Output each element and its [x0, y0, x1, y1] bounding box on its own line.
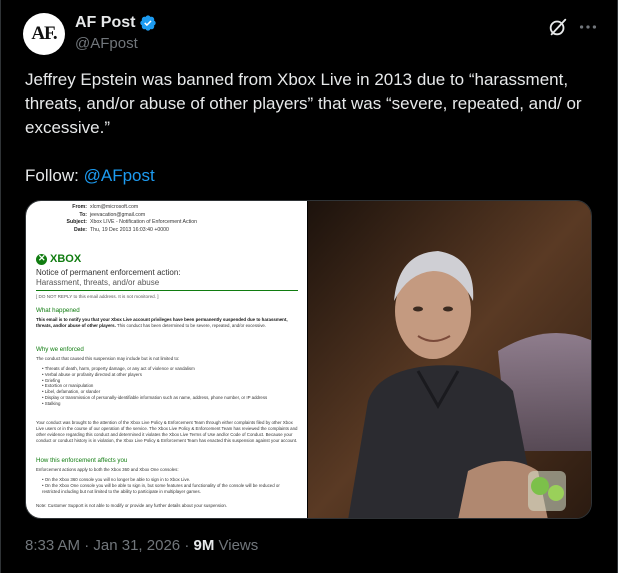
email-header-value: Thu, 19 Dec 2013 16:03:40 +0000 — [90, 226, 169, 233]
email-header-key: From: — [72, 204, 87, 210]
violation-list: Threats of death, harm, property damage,… — [42, 366, 298, 407]
email-header-value: Xbox LIVE - Notification of Enforcement … — [90, 219, 197, 225]
views-label: Views — [218, 537, 259, 554]
list-item: On the Xbox One console you will be able… — [42, 483, 298, 495]
xbox-wordmark: XBOX — [50, 253, 82, 265]
avatar-logo-text: AF. — [31, 23, 57, 44]
notice-subtitle: Harassment, threats, and/or abuse — [36, 278, 160, 287]
follow-line: Follow: @AFpost — [25, 164, 155, 188]
follow-label: Follow: — [25, 166, 79, 185]
post-date[interactable]: Jan 31, 2026 — [93, 537, 180, 554]
section-heading: Why we enforced — [36, 346, 84, 353]
more-options-icon[interactable] — [577, 16, 599, 38]
email-header-key: Subject: — [66, 219, 87, 225]
paragraph: Your conduct was brought to the attentio… — [36, 420, 298, 443]
xbox-sphere-icon — [36, 253, 47, 265]
follow-link[interactable]: @AFpost — [84, 166, 155, 185]
paragraph: This email is to notify you that your Xb… — [36, 317, 300, 329]
media-image-email-document[interactable]: From: xlcm@microsoft.com To: jeevacation@g… — [26, 201, 307, 518]
views-count[interactable]: 9M — [193, 537, 214, 554]
author-name-row: AF Post — [75, 14, 157, 32]
post-time[interactable]: 8:33 AM — [25, 537, 80, 554]
separator: · — [184, 537, 190, 554]
list-item: Display or transmission of personally-id… — [42, 395, 298, 401]
paragraph-rest: This conduct has been determined to be s… — [115, 323, 267, 328]
email-header-value: jeevacation@gmail.com — [90, 211, 146, 218]
grok-icon[interactable] — [547, 16, 569, 38]
handle[interactable]: @AFpost — [75, 35, 138, 52]
separator: · — [84, 537, 90, 554]
email-header-value: xlcm@microsoft.com — [90, 204, 139, 210]
section-heading: How this enforcement affects you — [36, 457, 128, 464]
post-meta: 8:33 AM · Jan 31, 2026 · 9M Views — [25, 537, 258, 554]
divider — [36, 290, 298, 291]
paragraph: The conduct that caused this suspension … — [36, 356, 180, 361]
photo-illustration — [307, 201, 591, 518]
avatar[interactable]: AF. — [23, 13, 65, 55]
xbox-logo: XBOX — [36, 253, 81, 265]
no-reply-note: [ DO NOT REPLY to this email address. It… — [36, 294, 159, 299]
verified-badge-icon — [140, 15, 157, 31]
section-heading: What happened — [36, 307, 80, 314]
effects-list: On the Xbox 360 console you will no long… — [42, 477, 298, 494]
media-grid[interactable]: From: xlcm@microsoft.com To: jeevacation@g… — [25, 200, 592, 519]
display-name[interactable]: AF Post — [75, 14, 135, 32]
paragraph: Enforcement actions apply to both the Xb… — [36, 467, 179, 472]
notice-title: Notice of permanent enforcement action: … — [36, 268, 298, 288]
list-item: Stalking — [42, 401, 298, 407]
post-card: AF. AF Post @AFpost Jeffrey Epstein was … — [0, 0, 618, 573]
email-header-key: Date: — [74, 226, 87, 233]
notice-heading: Notice of permanent enforcement action: — [36, 268, 181, 277]
email-header-key: To: — [79, 211, 87, 218]
email-header: From: xlcm@microsoft.com To: jeevacation@g… — [26, 204, 308, 234]
post-text: Jeffrey Epstein was banned from Xbox Liv… — [25, 70, 582, 137]
paragraph: Note: Customer Support is not able to mo… — [36, 503, 228, 508]
media-image-photo[interactable] — [307, 201, 591, 518]
